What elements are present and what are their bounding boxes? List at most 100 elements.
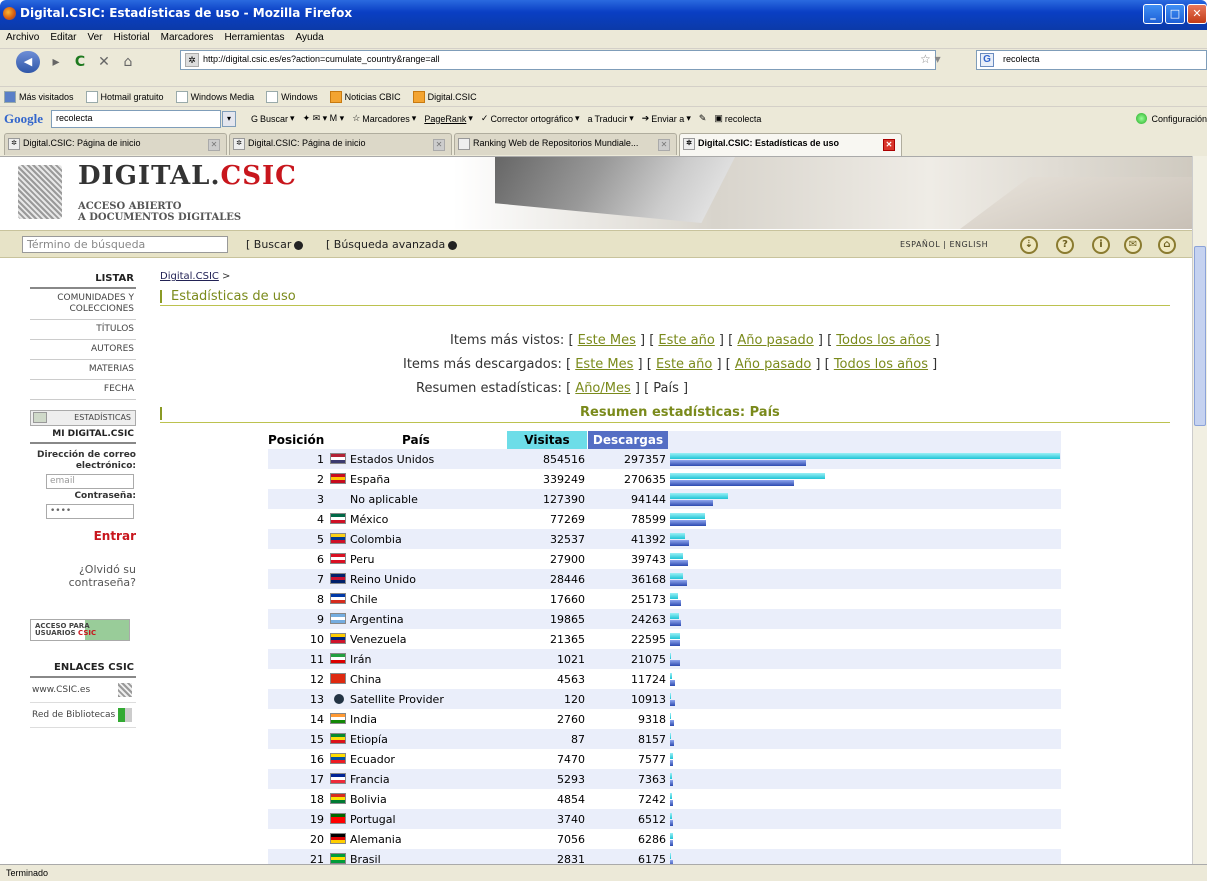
- visitas-bar: [670, 613, 680, 619]
- estadisticas-button[interactable]: ESTADÍSTICAS: [30, 410, 136, 426]
- bookmark-star-icon[interactable]: ☆ ▾: [920, 52, 941, 66]
- tab-1[interactable]: ✲ Digital.CSIC: Página de inicio ✕: [4, 133, 227, 155]
- menu-herramientas[interactable]: Herramientas: [224, 32, 284, 48]
- vistos-todos-link[interactable]: Todos los años: [836, 333, 930, 348]
- sidebar-item-titulos[interactable]: TÍTULOS: [30, 320, 136, 340]
- table-header: Posición País Visitas Descargas: [268, 431, 1061, 449]
- forward-icon[interactable]: ▸: [48, 54, 64, 70]
- visitas-bar: [670, 533, 685, 539]
- translate-button[interactable]: a Traducir ▾: [588, 113, 634, 124]
- close-window-button[interactable]: ✕: [1187, 4, 1207, 24]
- language-switch[interactable]: ESPAÑOL | ENGLISH: [900, 240, 988, 249]
- menu-ayuda[interactable]: Ayuda: [295, 32, 323, 48]
- desc-ano-pasado-link[interactable]: Año pasado: [735, 357, 811, 372]
- menu-historial[interactable]: Historial: [114, 32, 150, 48]
- menu-ver[interactable]: Ver: [87, 32, 102, 48]
- home-icon[interactable]: ⌂: [120, 54, 136, 70]
- csic-link[interactable]: www.CSIC.es: [30, 678, 136, 703]
- entrar-button[interactable]: Entrar: [30, 529, 136, 543]
- info-icon[interactable]: i: [1092, 236, 1110, 254]
- bookmark-mas-visitados[interactable]: Más visitados: [4, 90, 74, 103]
- highlight-icon[interactable]: ✎: [699, 113, 707, 124]
- vistos-este-ano-link[interactable]: Este año: [658, 333, 714, 348]
- menu-editar[interactable]: Editar: [50, 32, 76, 48]
- sidebar-item-autores[interactable]: AUTORES: [30, 340, 136, 360]
- minimize-button[interactable]: _: [1143, 4, 1163, 24]
- visitas-bar: [670, 813, 672, 819]
- cell-posicion: 3: [317, 493, 324, 506]
- site-logo[interactable]: DIGITAL.CSIC: [78, 161, 297, 191]
- address-bar[interactable]: ✲ http://digital.csic.es/es?action=cumul…: [180, 50, 936, 70]
- vistos-este-mes-link[interactable]: Este Mes: [578, 333, 636, 348]
- help-icon[interactable]: ?: [1056, 236, 1074, 254]
- chevron-down-icon[interactable]: ▾: [222, 110, 236, 127]
- bookmark-digital-csic[interactable]: Digital.CSIC: [412, 90, 477, 103]
- header-descargas[interactable]: Descargas: [588, 431, 668, 449]
- tab-2[interactable]: ✲ Digital.CSIC: Página de inicio ✕: [229, 133, 452, 155]
- home-site-icon[interactable]: ⌂: [1158, 236, 1176, 254]
- site-search-input[interactable]: Término de búsqueda: [22, 236, 228, 253]
- acceso-usuarios-csic-button[interactable]: ACCESO PARA USUARIOS CSIC: [30, 619, 130, 641]
- back-button[interactable]: ◀: [16, 50, 40, 73]
- status-bar: Terminado: [0, 864, 1207, 881]
- site-identity-icon[interactable]: ✲: [185, 53, 199, 67]
- password-field[interactable]: ••••: [46, 504, 134, 519]
- resumen-anomes-link[interactable]: Año/Mes: [575, 381, 630, 396]
- tab-close-icon[interactable]: ✕: [658, 139, 670, 151]
- tab-close-icon[interactable]: ✕: [433, 139, 445, 151]
- cell-pais: España: [350, 473, 391, 486]
- bibliotecas-link[interactable]: Red de Bibliotecas: [30, 703, 136, 728]
- header-posicion[interactable]: Posición: [268, 431, 324, 449]
- reload-icon[interactable]: C: [72, 54, 88, 70]
- buscar-link[interactable]: [ Buscar: [246, 238, 304, 251]
- header-pais[interactable]: País: [402, 431, 430, 449]
- page-scrollbar[interactable]: [1192, 156, 1207, 864]
- recolecta-button[interactable]: ▣ recolecta: [714, 113, 761, 124]
- header-visitas[interactable]: Visitas: [507, 431, 587, 449]
- vistos-ano-pasado-link[interactable]: Año pasado: [737, 333, 813, 348]
- google-icons[interactable]: ✦ ✉ ▾ M ▾: [303, 113, 345, 124]
- stop-icon[interactable]: ✕: [96, 54, 112, 70]
- cell-descargas: 39743: [631, 553, 666, 566]
- visitas-bar: [670, 553, 683, 559]
- menu-marcadores[interactable]: Marcadores: [161, 32, 214, 48]
- bookmark-hotmail[interactable]: Hotmail gratuito: [85, 90, 164, 103]
- email-field[interactable]: email: [46, 474, 134, 489]
- menu-archivo[interactable]: Archivo: [6, 32, 39, 48]
- visitas-bar: [670, 853, 672, 859]
- google-query-input[interactable]: recolecta ▾: [51, 109, 236, 128]
- bookmark-noticias-cbic[interactable]: Noticias CBIC: [329, 90, 401, 103]
- sidebar-item-fecha[interactable]: FECHA: [30, 380, 136, 400]
- forgot-password-link[interactable]: ¿Olvidó su contraseña?: [30, 563, 136, 589]
- desc-todos-link[interactable]: Todos los años: [834, 357, 928, 372]
- google-search-icon[interactable]: G: [980, 53, 994, 67]
- send-to-button[interactable]: ➔ Enviar a ▾: [642, 113, 691, 124]
- google-config-button[interactable]: Configuración: [1136, 113, 1207, 124]
- google-marcadores-button[interactable]: ☆ Marcadores ▾: [352, 113, 416, 124]
- sidebar-item-materias[interactable]: MATERIAS: [30, 360, 136, 380]
- tab-close-icon[interactable]: ✕: [883, 139, 895, 151]
- google-buscar-button[interactable]: G Buscar ▾: [251, 113, 295, 124]
- mail-icon[interactable]: ✉: [1124, 236, 1142, 254]
- maximize-button[interactable]: □: [1165, 4, 1185, 24]
- config-status-icon: [1136, 113, 1148, 124]
- desc-este-ano-link[interactable]: Este año: [656, 357, 712, 372]
- busqueda-avanzada-link[interactable]: [ Búsqueda avanzada: [326, 238, 458, 251]
- scrollbar-thumb[interactable]: [1194, 246, 1206, 426]
- bookmark-windows[interactable]: Windows: [266, 90, 318, 103]
- visitas-bar: [670, 653, 671, 659]
- breadcrumb-home-link[interactable]: Digital.CSIC: [160, 271, 219, 282]
- visitas-bar: [670, 633, 680, 639]
- table-row: 3 No aplicable 127390 94144: [268, 489, 1061, 509]
- desc-este-mes-link[interactable]: Este Mes: [575, 357, 633, 372]
- sidebar-item-comunidades[interactable]: COMUNIDADES Y COLECCIONES: [30, 289, 136, 320]
- folder-icon: [4, 90, 16, 103]
- tab-close-icon[interactable]: ✕: [208, 139, 220, 151]
- spellcheck-button[interactable]: ✓ Corrector ortográfico ▾: [481, 113, 580, 124]
- search-engine-box[interactable]: G recolecta: [976, 50, 1207, 70]
- site-subtitle: ACCESO ABIERTO A DOCUMENTOS DIGITALES: [78, 201, 242, 223]
- tab-4-active[interactable]: ✲ Digital.CSIC: Estadísticas de uso ✕: [679, 133, 902, 156]
- bookmark-windows-media[interactable]: Windows Media: [175, 90, 254, 103]
- tab-3[interactable]: Ranking Web de Repositorios Mundiale... ✕: [454, 133, 677, 155]
- download-icon[interactable]: ⇣: [1020, 236, 1038, 254]
